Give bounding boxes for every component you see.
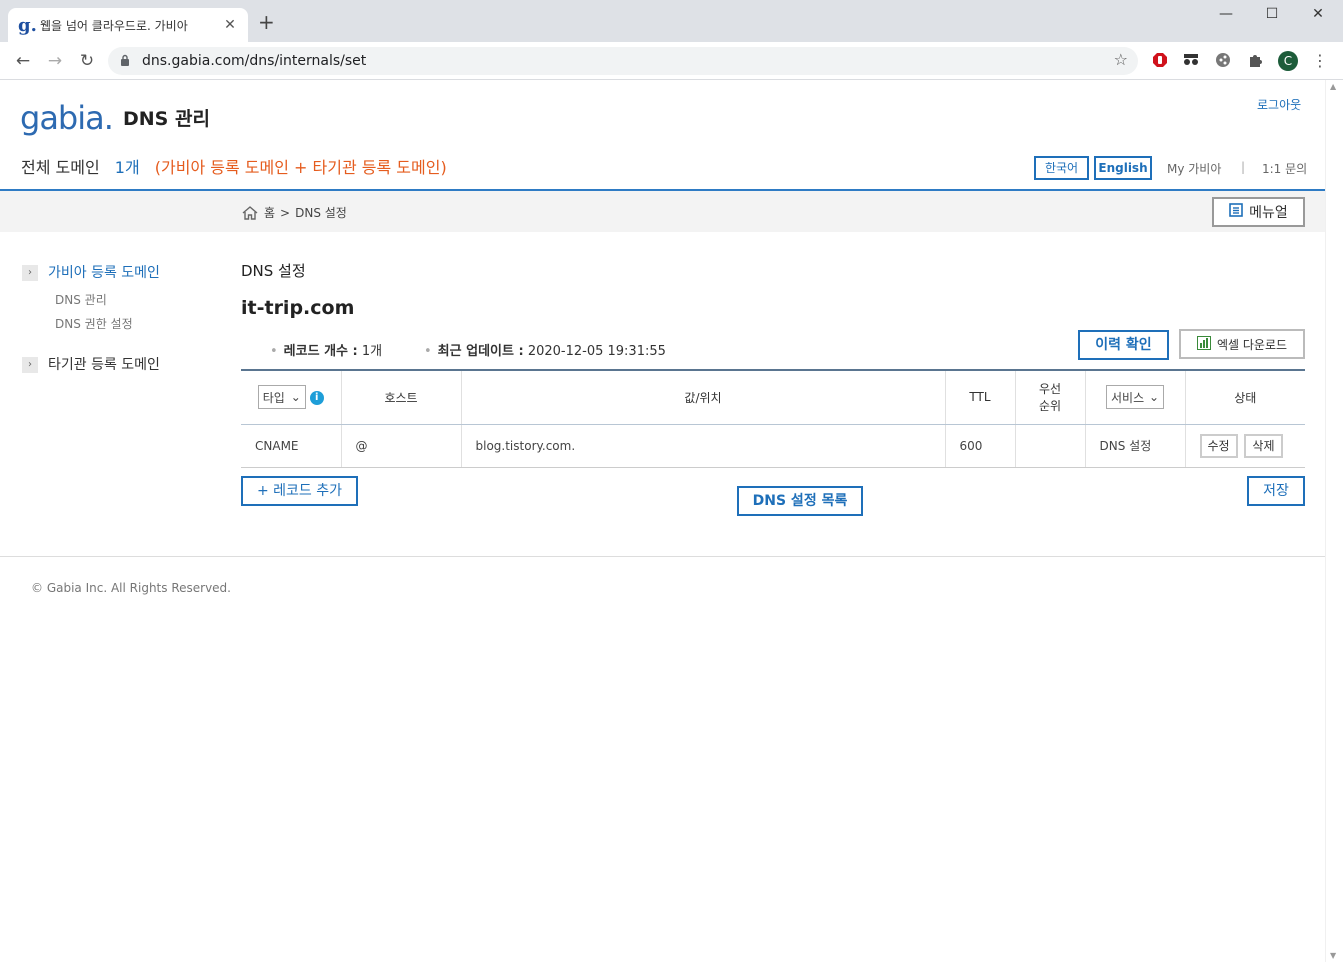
chevron-right-icon: › xyxy=(22,265,38,281)
domain-summary-desc: (가비아 등록 도메인 + 타기관 등록 도메인) xyxy=(154,158,447,177)
cell-ttl: 600 xyxy=(944,424,1015,468)
record-count-value: 1개 xyxy=(361,344,383,359)
dns-record-table: 타입 ⌄ i 호스트 값/위치 TTL 우선 순위 서비스 ⌄ 상태 CNAME xyxy=(241,369,1305,468)
manual-button-label: 메뉴얼 xyxy=(1249,205,1288,221)
save-button[interactable]: 저장 xyxy=(1247,476,1305,506)
puzzle-extensions-icon[interactable] xyxy=(1246,52,1264,70)
col-service: 서비스 ⌄ xyxy=(1084,369,1185,425)
table-header-row: 타입 ⌄ i 호스트 값/위치 TTL 우선 순위 서비스 ⌄ 상태 xyxy=(241,369,1305,425)
section-title: DNS 설정 xyxy=(241,262,306,280)
cell-priority xyxy=(1014,424,1085,468)
col-status: 상태 xyxy=(1184,369,1305,425)
page-scrollbar[interactable]: ▲ ▼ xyxy=(1325,80,1343,962)
type-select-label: 타입 xyxy=(262,390,285,405)
tab-close-icon[interactable]: ✕ xyxy=(222,17,238,33)
service-select[interactable]: 서비스 ⌄ xyxy=(1106,385,1164,410)
footer-divider xyxy=(0,556,1325,557)
browser-tab[interactable]: g. 웹을 넘어 클라우드로. 가비아 ✕ xyxy=(8,8,248,42)
breadcrumb-separator: > xyxy=(280,205,291,220)
document-icon xyxy=(1229,203,1243,221)
gabia-favicon-icon: g. xyxy=(18,14,37,36)
summary-label: 전체 도메인 xyxy=(21,158,100,177)
adblock-extension-icon[interactable] xyxy=(1151,52,1169,70)
delete-button[interactable]: 삭제 xyxy=(1244,433,1283,458)
last-updated-label: 최근 업데이트 : xyxy=(437,344,524,359)
minimize-button[interactable]: — xyxy=(1203,6,1249,28)
gabia-logo[interactable]: gabia. xyxy=(20,100,114,136)
sidebar-item-dns-management[interactable]: DNS 관리 xyxy=(55,291,107,308)
inquiry-link[interactable]: 1:1 문의 xyxy=(1262,160,1307,177)
excel-chart-icon xyxy=(1196,335,1211,353)
share-extension-icon[interactable] xyxy=(1214,52,1232,70)
incognito-extension-icon[interactable] xyxy=(1182,52,1200,70)
browser-toolbar: ← → ↻ dns.gabia.com/dns/internals/set ☆ … xyxy=(0,42,1343,80)
type-select[interactable]: 타입 ⌄ xyxy=(257,385,306,410)
logout-link[interactable]: 로그아웃 xyxy=(1257,96,1301,113)
col-value: 값/위치 xyxy=(460,369,945,425)
domain-summary: 전체 도메인 1개 (가비아 등록 도메인 + 타기관 등록 도메인) xyxy=(21,154,447,178)
breadcrumb-home[interactable]: 홈 xyxy=(264,204,275,221)
col-ttl: TTL xyxy=(944,369,1015,425)
copyright-text: © Gabia Inc. All Rights Reserved. xyxy=(31,581,231,595)
lang-korean-button[interactable]: 한국어 xyxy=(1034,156,1089,180)
cell-type: CNAME xyxy=(241,424,341,468)
dns-list-button[interactable]: DNS 설정 목록 xyxy=(737,486,863,516)
header-separator: | xyxy=(1241,160,1246,174)
breadcrumb-current: DNS 설정 xyxy=(295,206,347,220)
lock-icon xyxy=(120,54,136,69)
address-bar[interactable]: dns.gabia.com/dns/internals/set ☆ xyxy=(108,47,1138,75)
col-host: 호스트 xyxy=(340,369,461,425)
last-updated: • 최근 업데이트 : 2020-12-05 19:31:55 xyxy=(424,344,666,359)
domain-name: it-trip.com xyxy=(241,297,355,319)
cell-value: blog.tistory.com. xyxy=(460,424,945,468)
chevron-down-icon: ⌄ xyxy=(1148,390,1159,405)
kebab-menu-icon[interactable]: ⋮ xyxy=(1311,52,1329,70)
cell-status: 수정 삭제 xyxy=(1184,424,1305,468)
col-priority-line1: 우선 xyxy=(1038,382,1062,397)
last-updated-value: 2020-12-05 19:31:55 xyxy=(527,344,666,359)
cell-host: @ xyxy=(340,424,461,468)
breadcrumb-bar xyxy=(0,191,1325,232)
sidebar-item-gabia-domains[interactable]: 가비아 등록 도메인 xyxy=(48,262,160,282)
lang-english-button[interactable]: English xyxy=(1094,156,1152,180)
profile-avatar[interactable]: C xyxy=(1278,51,1298,71)
record-count-label: 레코드 개수 : xyxy=(283,344,358,359)
scroll-down-icon[interactable]: ▼ xyxy=(1330,951,1336,960)
home-icon[interactable] xyxy=(242,205,260,220)
info-icon[interactable]: i xyxy=(309,391,324,406)
forward-arrow-icon[interactable]: → xyxy=(44,50,66,72)
back-arrow-icon[interactable]: ← xyxy=(12,50,34,72)
domain-count: 1개 xyxy=(114,158,140,177)
app-title: DNS 관리 xyxy=(123,108,210,130)
manual-button[interactable]: 메뉴얼 xyxy=(1212,197,1305,227)
col-type: 타입 ⌄ i xyxy=(241,369,341,425)
history-button[interactable]: 이력 확인 xyxy=(1078,330,1169,360)
scroll-up-icon[interactable]: ▲ xyxy=(1330,82,1336,91)
excel-button-label: 엑셀 다운로드 xyxy=(1216,337,1288,352)
sidebar-item-other-domains[interactable]: 타기관 등록 도메인 xyxy=(48,354,160,374)
col-priority: 우선 순위 xyxy=(1014,369,1085,425)
sidebar-item-dns-permission[interactable]: DNS 권한 설정 xyxy=(55,315,133,332)
chevron-right-icon: › xyxy=(22,357,38,373)
bookmark-star-icon[interactable]: ☆ xyxy=(1114,50,1128,69)
url-text: dns.gabia.com/dns/internals/set xyxy=(142,53,367,69)
tab-title: 웹을 넘어 클라우드로. 가비아 xyxy=(40,18,188,33)
record-count: • 레코드 개수 : 1개 xyxy=(270,344,383,359)
edit-button[interactable]: 수정 xyxy=(1199,433,1238,458)
close-window-button[interactable]: ✕ xyxy=(1295,6,1341,28)
table-row: CNAME @ blog.tistory.com. 600 DNS 설정 수정 … xyxy=(241,424,1305,468)
reload-icon[interactable]: ↻ xyxy=(76,50,98,72)
col-priority-line2: 순위 xyxy=(1038,399,1062,414)
my-gabia-link[interactable]: My 가비아 xyxy=(1167,160,1221,177)
add-record-button[interactable]: + 레코드 추가 xyxy=(241,476,358,506)
breadcrumb: 홈 > DNS 설정 xyxy=(242,204,347,221)
chevron-down-icon: ⌄ xyxy=(290,390,301,405)
browser-tab-strip: g. 웹을 넘어 클라우드로. 가비아 ✕ + — ☐ ✕ xyxy=(0,0,1343,42)
new-tab-button[interactable]: + xyxy=(258,12,275,32)
service-select-label: 서비스 xyxy=(1111,390,1145,405)
excel-download-button[interactable]: 엑셀 다운로드 xyxy=(1179,329,1305,359)
maximize-button[interactable]: ☐ xyxy=(1249,6,1295,28)
cell-service: DNS 설정 xyxy=(1084,424,1185,468)
